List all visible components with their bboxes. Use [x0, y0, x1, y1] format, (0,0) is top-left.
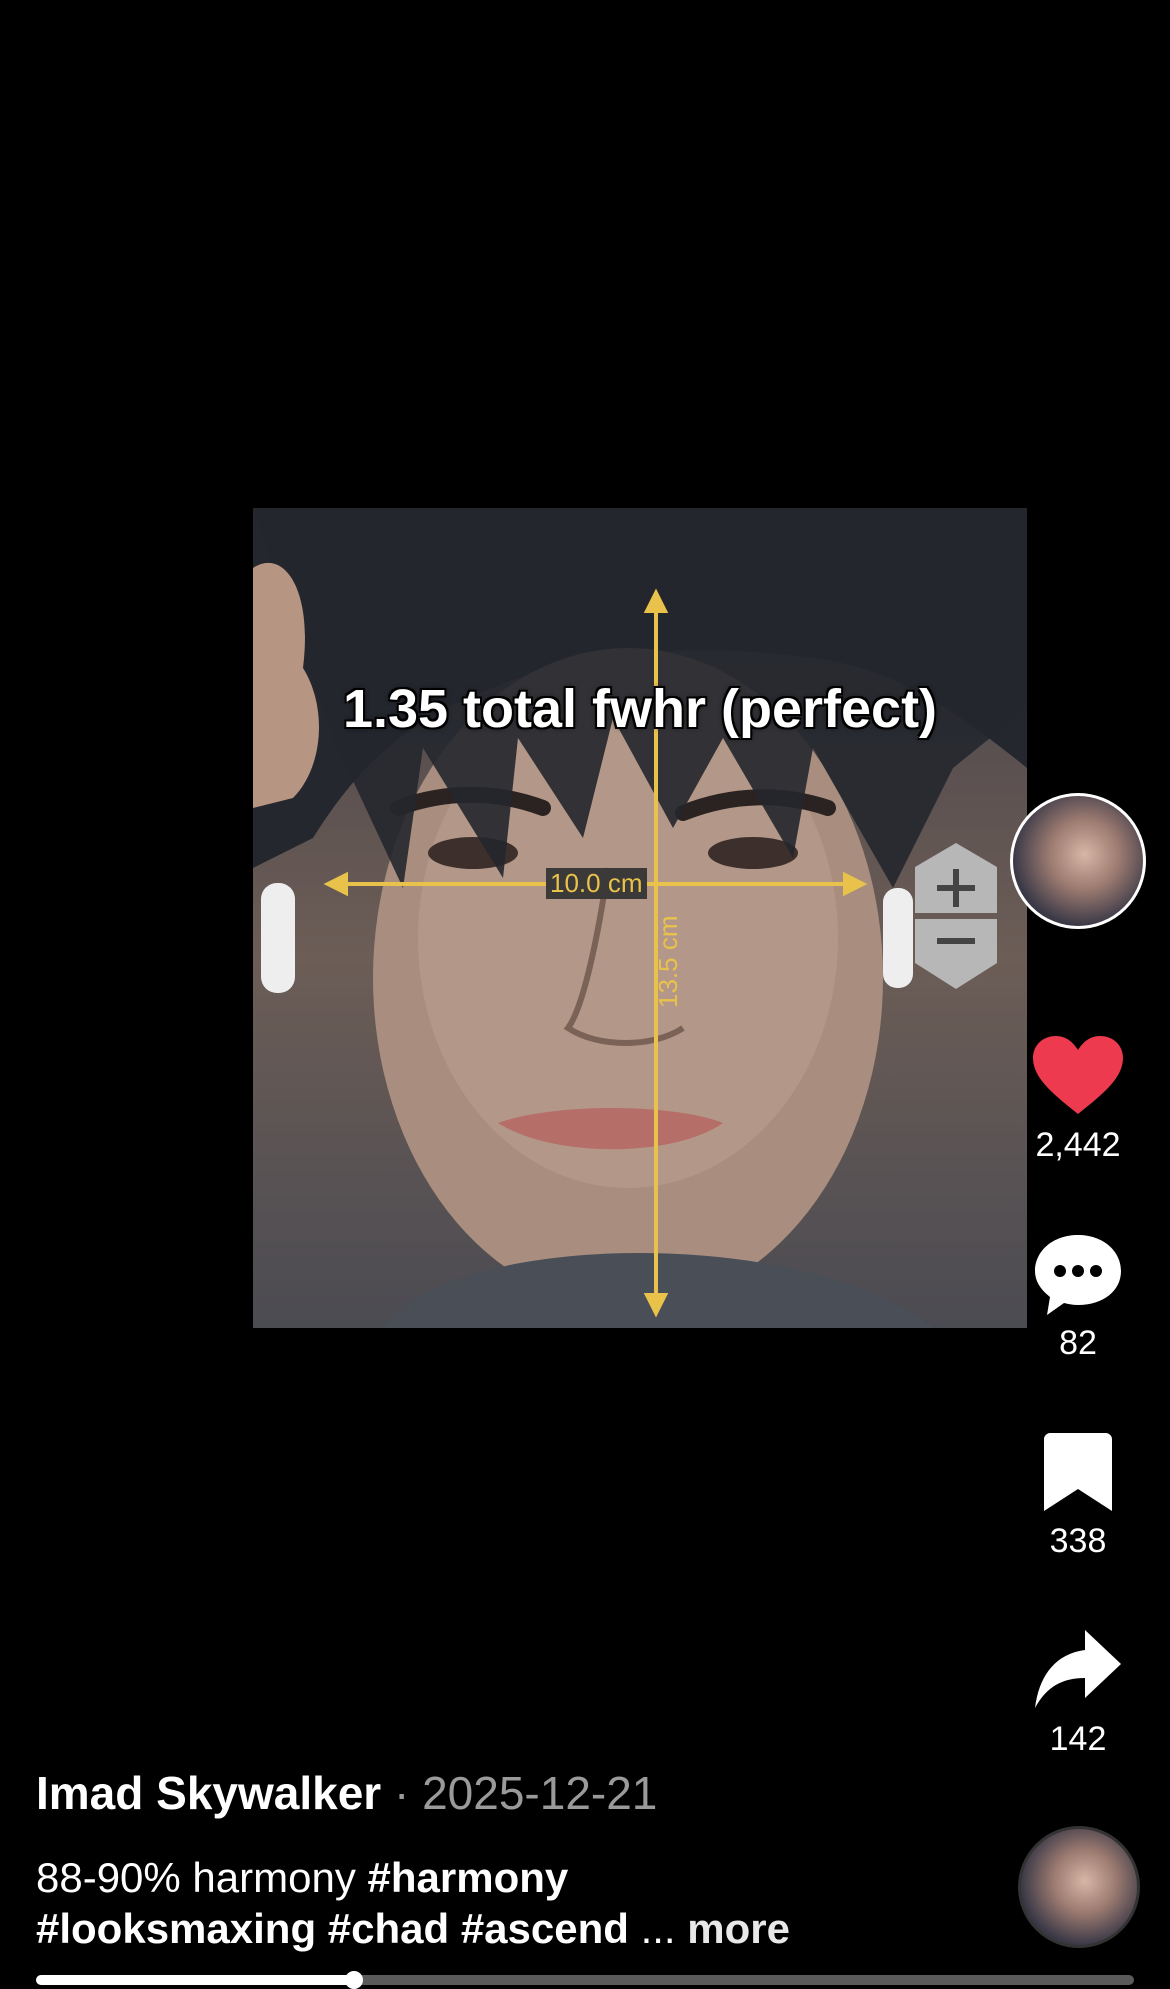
- width-measure-label: 10.0 cm: [546, 868, 647, 899]
- save-button[interactable]: 338: [1008, 1426, 1148, 1561]
- author-name[interactable]: Imad Skywalker: [36, 1767, 381, 1819]
- height-measure-label: 13.5 cm: [653, 916, 684, 1009]
- share-icon: [1035, 1630, 1121, 1708]
- author-line: Imad Skywalker · 2025-12-21: [36, 1766, 657, 1820]
- heart-icon: [1033, 1036, 1123, 1114]
- like-count: 2,442: [1035, 1126, 1121, 1164]
- creator-avatar[interactable]: [1010, 793, 1146, 929]
- post-date: 2025-12-21: [422, 1767, 658, 1819]
- share-button[interactable]: 142: [1008, 1624, 1148, 1759]
- video-caption[interactable]: 88-90% harmony #harmony #looksmaxing #ch…: [36, 1852, 936, 1954]
- more-link[interactable]: more: [687, 1905, 790, 1952]
- bookmark-icon: [1044, 1433, 1112, 1511]
- author-separator: ·: [393, 1767, 410, 1819]
- face-image: [253, 508, 1027, 1328]
- save-count: 338: [1049, 1522, 1107, 1560]
- video-player[interactable]: 1.35 total fwhr (perfect) 10.0 cm 13.5 c…: [253, 508, 1027, 1328]
- music-disc-avatar[interactable]: [1018, 1826, 1140, 1948]
- zoom-control: [915, 843, 997, 989]
- zoom-out-icon: [937, 938, 975, 944]
- video-progress-bar[interactable]: [36, 1971, 1134, 1989]
- overlay-title: 1.35 total fwhr (perfect): [342, 679, 938, 739]
- share-count: 142: [1049, 1720, 1107, 1758]
- hashtags[interactable]: #looksmaxing #chad #ascend: [36, 1905, 629, 1952]
- caption-ellipsis: ...: [628, 1905, 688, 1952]
- caption-text: 88-90% harmony: [36, 1854, 368, 1901]
- video-progress-fill: [36, 1975, 355, 1985]
- comment-icon: [1035, 1235, 1121, 1315]
- comment-count: 82: [1059, 1324, 1097, 1362]
- like-button[interactable]: 2,442: [1008, 1030, 1148, 1165]
- height-measure-text: 13.5 cm: [653, 915, 683, 1009]
- comment-button[interactable]: 82: [1008, 1228, 1148, 1363]
- video-progress-knob[interactable]: [345, 1971, 364, 1989]
- hashtag-harmony[interactable]: #harmony: [368, 1854, 569, 1901]
- zoom-control-graphic: [915, 843, 997, 989]
